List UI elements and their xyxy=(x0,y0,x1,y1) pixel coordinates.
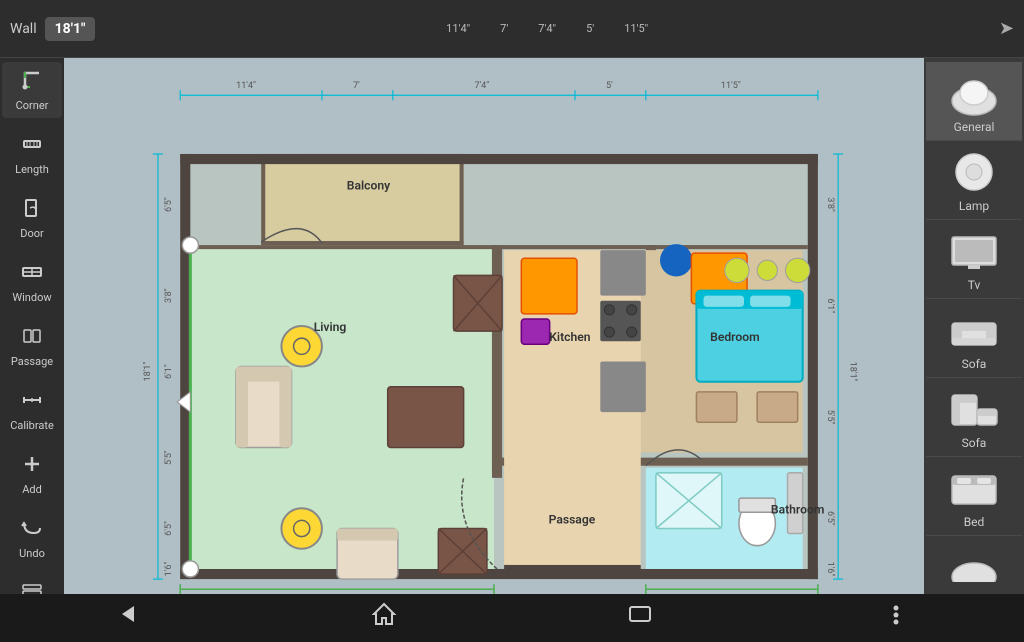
sidebar-item-levels[interactable]: Levels xyxy=(2,574,62,594)
furniture-item-sofa1[interactable]: Sofa xyxy=(926,299,1022,378)
left-sidebar: Corner Length xyxy=(0,58,64,594)
direction-arrow: ➤ xyxy=(999,18,1014,39)
svg-text:3'8": 3'8" xyxy=(164,288,174,303)
sidebar-item-door[interactable]: Door xyxy=(2,190,62,246)
dim-4: 5' xyxy=(586,22,594,35)
svg-text:6'5": 6'5" xyxy=(164,197,174,212)
svg-text:1'6": 1'6" xyxy=(164,562,174,577)
sidebar-item-window[interactable]: Window xyxy=(2,254,62,310)
corner-label: Corner xyxy=(16,99,49,112)
svg-text:6'1": 6'1" xyxy=(164,364,174,379)
svg-text:11'4": 11'4" xyxy=(236,81,256,91)
dim-5: 11'5" xyxy=(624,22,648,35)
furniture-item-tv[interactable]: Tv xyxy=(926,220,1022,299)
dim-3: 7'4" xyxy=(538,22,556,35)
add-label: Add xyxy=(22,483,42,496)
general-preview xyxy=(939,68,1009,118)
home-button[interactable] xyxy=(350,592,418,642)
sidebar-item-passage[interactable]: Passage xyxy=(2,318,62,374)
svg-text:7'4": 7'4" xyxy=(474,81,489,91)
lamp-label: Lamp xyxy=(959,199,989,213)
top-toolbar: Wall 18'1" 11'4" 7' 7'4" 5' 11'5" ➤ xyxy=(0,0,1024,58)
dim-1: 11'4" xyxy=(446,22,470,35)
passage-label: Passage xyxy=(11,355,53,368)
length-icon xyxy=(20,132,44,161)
furniture-item-partial[interactable] xyxy=(926,536,1022,594)
sofa1-label: Sofa xyxy=(962,357,987,371)
sidebar-item-add[interactable]: Add xyxy=(2,446,62,502)
lamp-preview xyxy=(939,147,1009,197)
furniture-item-general[interactable]: General xyxy=(926,62,1022,141)
calibrate-icon xyxy=(20,388,44,417)
svg-text:6'5": 6'5" xyxy=(164,521,174,536)
svg-text:5'5": 5'5" xyxy=(825,410,835,425)
bed-preview xyxy=(939,463,1009,513)
door-icon xyxy=(20,196,44,225)
passage-icon xyxy=(20,324,44,353)
dim-2: 7' xyxy=(500,22,508,35)
sofa1-preview xyxy=(939,305,1009,355)
corner-icon xyxy=(20,68,44,97)
general-label: General xyxy=(954,120,995,134)
sidebar-item-length[interactable]: Length xyxy=(2,126,62,182)
svg-text:Bathroom: Bathroom xyxy=(771,502,825,516)
bed-label: Bed xyxy=(964,515,985,529)
back-button[interactable] xyxy=(94,592,162,642)
svg-text:1'6": 1'6" xyxy=(825,562,835,577)
svg-text:6'1": 6'1" xyxy=(825,298,835,313)
sofa2-label: Sofa xyxy=(962,436,987,450)
add-icon xyxy=(20,452,44,481)
furniture-item-bed[interactable]: Bed xyxy=(926,457,1022,536)
svg-text:5'5": 5'5" xyxy=(164,450,174,465)
right-sidebar: General Lamp Tv xyxy=(924,58,1024,594)
length-label: Length xyxy=(15,163,49,176)
tv-preview xyxy=(939,226,1009,276)
calibrate-label: Calibrate xyxy=(10,419,54,432)
svg-text:Passage: Passage xyxy=(549,512,596,526)
sidebar-item-calibrate[interactable]: Calibrate xyxy=(2,382,62,438)
furniture-item-lamp[interactable]: Lamp xyxy=(926,141,1022,220)
svg-text:6'5": 6'5" xyxy=(825,511,835,526)
svg-text:11'5": 11'5" xyxy=(721,81,741,91)
recents-button[interactable] xyxy=(606,592,674,642)
more-button[interactable] xyxy=(862,592,930,642)
door-label: Door xyxy=(20,227,44,240)
svg-text:Balcony: Balcony xyxy=(347,178,390,192)
main-content: Corner Length xyxy=(0,58,1024,594)
furniture-item-sofa2[interactable]: Sofa xyxy=(926,378,1022,457)
svg-text:Kitchen: Kitchen xyxy=(549,330,591,344)
partial-preview xyxy=(939,542,1009,592)
svg-text:Bedroom: Bedroom xyxy=(710,330,760,344)
sidebar-item-undo[interactable]: Undo xyxy=(2,510,62,566)
wall-label: Wall xyxy=(10,21,37,37)
bottom-nav-bar xyxy=(0,594,1024,640)
svg-text:3'8": 3'8" xyxy=(825,197,835,212)
canvas-area[interactable]: 11'4" 7' 7'4" 5' 11'5" 18'1" 18'1" xyxy=(64,58,924,594)
tv-label: Tv xyxy=(968,278,981,292)
svg-text:18'1": 18'1" xyxy=(143,362,153,382)
dimension-line: 11'4" 7' 7'4" 5' 11'5" xyxy=(95,22,998,35)
sidebar-item-corner[interactable]: Corner xyxy=(2,62,62,118)
svg-text:5': 5' xyxy=(606,81,613,91)
svg-text:Living: Living xyxy=(314,320,347,334)
window-label: Window xyxy=(12,291,51,304)
svg-text:18'1": 18'1" xyxy=(847,362,857,382)
wall-value: 18'1" xyxy=(45,17,96,41)
levels-icon xyxy=(20,580,44,594)
undo-icon xyxy=(20,516,44,545)
undo-label: Undo xyxy=(19,547,45,560)
svg-text:7': 7' xyxy=(353,81,360,91)
floor-plan-svg[interactable]: 11'4" 7' 7'4" 5' 11'5" 18'1" 18'1" xyxy=(79,73,909,594)
window-icon xyxy=(20,260,44,289)
sofa2-preview xyxy=(939,384,1009,434)
